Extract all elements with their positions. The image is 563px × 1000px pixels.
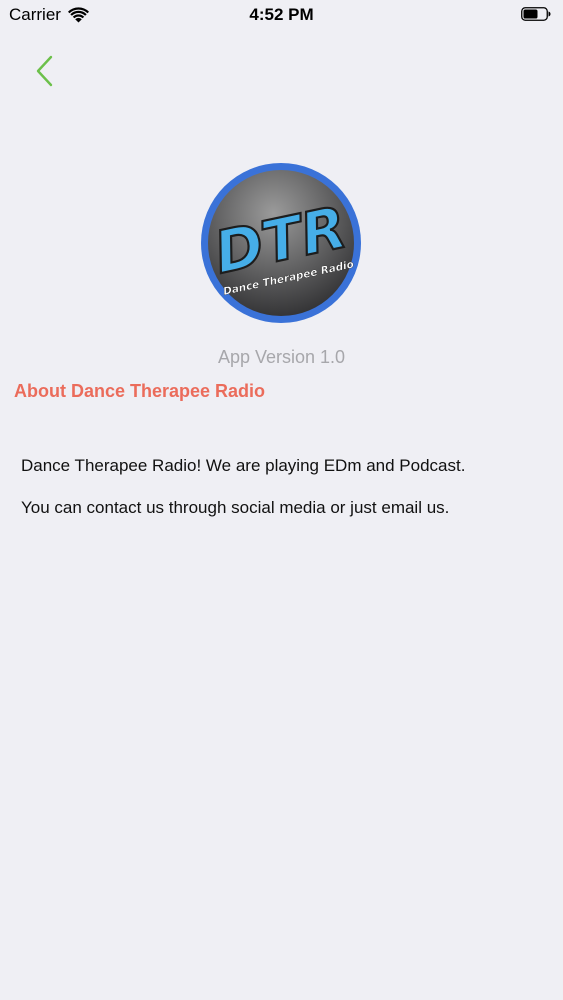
about-body: Dance Therapee Radio! We are playing EDm… [21,455,543,539]
dtr-logo: DTR Dance Therapee Radio [201,163,361,323]
chevron-left-icon [36,55,53,87]
about-paragraph: You can contact us through social media … [21,498,450,517]
status-time: 4:52 PM [249,5,314,24]
about-paragraph: Dance Therapee Radio! We are playing EDm… [21,456,466,475]
battery-icon [521,7,551,21]
status-bar: Carrier 4:52 PM [0,0,563,30]
app-version: App Version 1.0 [217,347,346,367]
back-button[interactable] [28,52,62,92]
about-title: About Dance Therapee Radio [14,381,266,401]
